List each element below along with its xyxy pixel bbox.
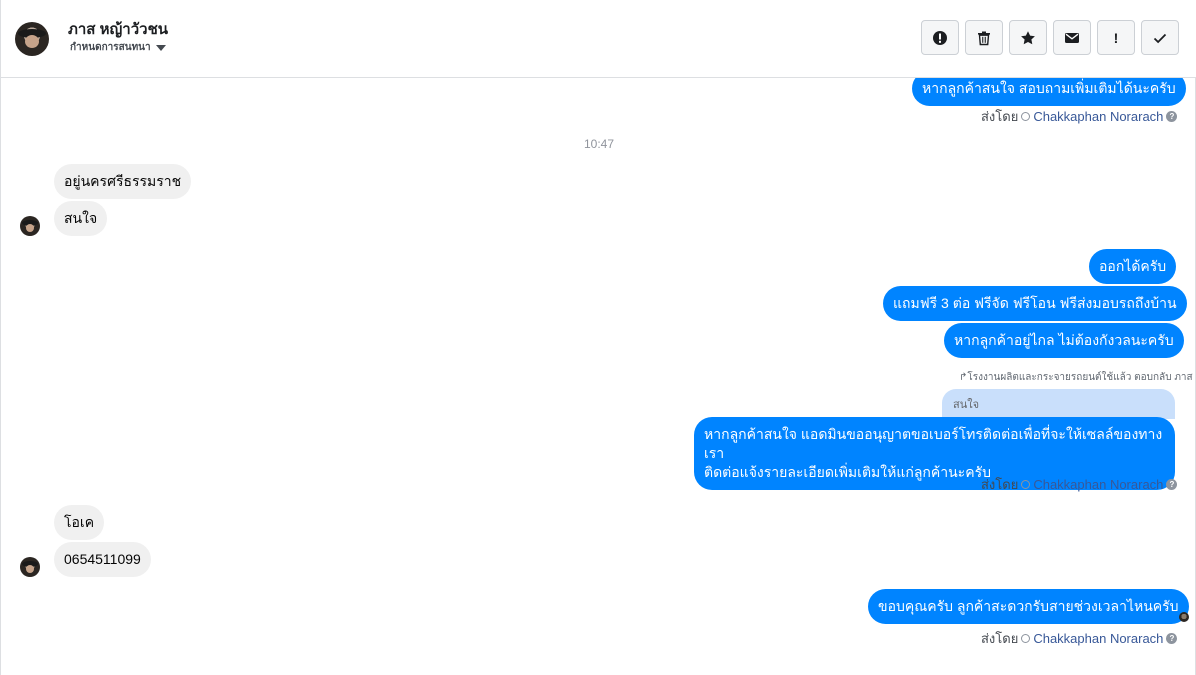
reply-meta-label: ↱โรงงานผลิตและกระจายรถยนต์ใช้แล้ว ตอบกลั… [959, 370, 1193, 385]
sent-by-prefix: ส่งโดย [981, 109, 1019, 124]
assign-conversation-dropdown[interactable]: กำหนดการสนทนา [70, 40, 166, 55]
contact-avatar[interactable] [15, 22, 49, 56]
help-icon[interactable]: ? [1166, 633, 1178, 644]
sender-avatar [20, 557, 40, 577]
sent-by-prefix: ส่งโดย [981, 477, 1019, 492]
conversation-header: ภาส หญ้าวัวชน กำหนดการสนทนา ! [1, 0, 1196, 78]
message-bubble-incoming[interactable]: โอเค [54, 505, 105, 540]
agent-name-link[interactable]: Chakkaphan Norarach [1033, 631, 1163, 646]
agent-name-link[interactable]: Chakkaphan Norarach [1033, 109, 1163, 124]
message-bubble-outgoing[interactable]: แถมฟรี 3 ต่อ ฟรีจัด ฟรีโอน ฟรีส่งมอบรถถึ… [883, 286, 1187, 321]
message-bubble-incoming[interactable]: สนใจ [54, 201, 108, 236]
help-icon[interactable]: ? [1166, 111, 1178, 122]
message-bubble-outgoing[interactable]: หากลูกค้าอยู่ไกล ไม่ต้องกังวลนะครับ [944, 323, 1184, 358]
sender-avatar [20, 216, 40, 236]
sent-by-label: ส่งโดย Chakkaphan Norarach ? [981, 474, 1178, 495]
message-timestamp: 10:47 [583, 137, 615, 151]
message-bubble-incoming[interactable]: อยู่นครศรีธรรมราช [54, 164, 192, 199]
message-bubble-incoming[interactable]: 0654511099 [54, 542, 151, 577]
check-icon [1153, 33, 1167, 43]
verified-icon [1021, 112, 1031, 121]
sent-by-prefix: ส่งโดย [981, 631, 1019, 646]
agent-name-link[interactable]: Chakkaphan Norarach [1033, 477, 1163, 492]
help-icon[interactable]: ? [1166, 479, 1178, 490]
read-receipt-avatar [1179, 612, 1189, 622]
mark-done-button[interactable] [1141, 20, 1179, 55]
exclamation-icon: ! [1113, 29, 1119, 46]
star-icon [1021, 30, 1035, 44]
contact-name[interactable]: ภาส หญ้าวัวชน [68, 17, 168, 41]
message-bubble-outgoing[interactable]: หากลูกค้าสนใจ สอบถามเพิ่มเติมได้นะครับ [912, 78, 1186, 106]
conversation-panel: ภาส หญ้าวัวชน กำหนดการสนทนา ! หากลูกค้าส… [0, 0, 1196, 675]
envelope-icon [1065, 32, 1079, 43]
reply-meta-text: โรงงานผลิตและกระจายรถยนต์ใช้แล้ว ตอบกลับ… [967, 372, 1193, 383]
assign-label: กำหนดการสนทนา [70, 42, 151, 53]
verified-icon [1021, 480, 1031, 489]
delete-button[interactable] [965, 20, 1003, 55]
message-thread[interactable]: หากลูกค้าสนใจ สอบถามเพิ่มเติมได้นะครับ ส… [1, 78, 1196, 675]
quoted-message[interactable]: สนใจ [942, 389, 1175, 419]
message-bubble-outgoing[interactable]: ขอบคุณครับ ลูกค้าสะดวกรับสายช่วงเวลาไหนค… [868, 589, 1189, 624]
follow-up-button[interactable]: ! [1097, 20, 1135, 55]
reply-message-line: หากลูกค้าสนใจ แอดมินขออนุญาตขอเบอร์โทรติ… [704, 426, 1163, 461]
message-bubble-outgoing[interactable]: ออกได้ครับ [1089, 249, 1177, 284]
sent-by-label: ส่งโดย Chakkaphan Norarach ? [981, 628, 1178, 649]
mark-unread-button[interactable] [1053, 20, 1091, 55]
conversation-actions: ! [921, 20, 1179, 55]
mark-spam-button[interactable] [921, 20, 959, 55]
verified-icon [1021, 634, 1031, 643]
trash-icon [978, 31, 990, 45]
chevron-down-icon [155, 44, 166, 51]
star-button[interactable] [1009, 20, 1047, 55]
alert-circle-icon [933, 30, 947, 45]
sent-by-label: ส่งโดย Chakkaphan Norarach ? [981, 106, 1178, 127]
